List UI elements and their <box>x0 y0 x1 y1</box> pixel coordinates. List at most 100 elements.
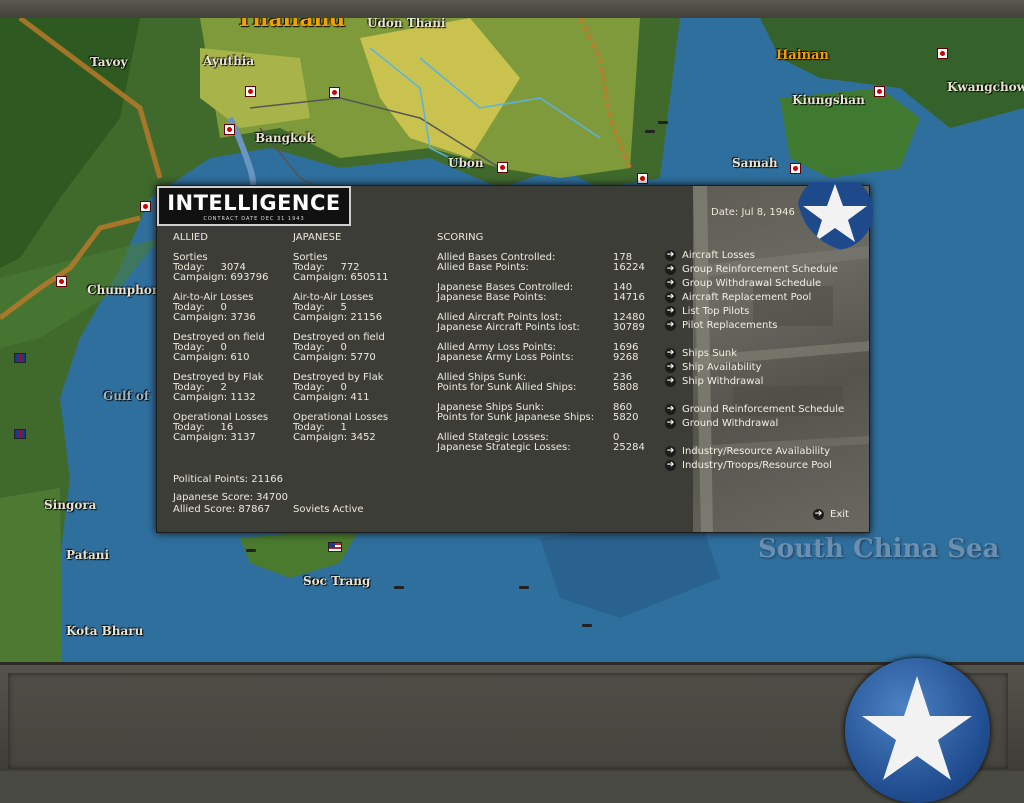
ship-icon[interactable] <box>582 624 592 627</box>
map-label-chumphon[interactable]: Chumphon <box>87 283 161 297</box>
industry-troops-resource-pool-link[interactable]: ➔ Industry/Troops/Resource Pool <box>665 460 832 473</box>
japanese-base-icon[interactable] <box>497 162 508 173</box>
list-top-pilots-link[interactable]: ➔ List Top Pilots <box>665 306 749 319</box>
map-label-singora[interactable]: Singora <box>44 498 96 512</box>
allied-header: ALLIED <box>173 232 208 243</box>
map-label-kwangchowan[interactable]: Kwangchowan <box>947 80 1024 94</box>
scoring-value: 16224 <box>613 262 645 273</box>
japanese-base-icon[interactable] <box>937 48 948 59</box>
ship-icon[interactable] <box>246 549 256 552</box>
scoring-value: 25284 <box>613 442 645 453</box>
japanese-dof-campaign: Campaign: 5770 <box>293 352 376 363</box>
exit-label: Exit <box>830 509 849 520</box>
arrow-right-icon: ➔ <box>665 418 676 429</box>
intelligence-dialog: INTELLIGENCE CONTRACT DATE DEC 31 1943 D… <box>156 182 873 533</box>
ships-sunk-link[interactable]: ➔ Ships Sunk <box>665 348 737 361</box>
japanese-score: Japanese Score: 34700 <box>173 492 288 503</box>
arrow-right-icon: ➔ <box>665 320 676 331</box>
aircraft-losses-link[interactable]: ➔ Aircraft Losses <box>665 250 755 263</box>
link-label: Ship Withdrawal <box>682 376 764 387</box>
arrow-right-icon: ➔ <box>813 509 824 520</box>
ship-icon[interactable] <box>394 586 404 589</box>
map-label-tavoy[interactable]: Tavoy <box>90 55 128 69</box>
japanese-base-icon[interactable] <box>329 87 340 98</box>
japanese-base-icon[interactable] <box>637 173 648 184</box>
japanese-base-icon[interactable] <box>140 201 151 212</box>
map-label-ayuthia[interactable]: Ayuthia <box>203 54 254 68</box>
map-label-thailand: Thailand <box>236 18 345 32</box>
arrow-right-icon: ➔ <box>665 460 676 471</box>
scoring-label: Points for Sunk Allied Ships: <box>437 382 577 393</box>
arrow-right-icon: ➔ <box>665 446 676 457</box>
pilot-replacements-link[interactable]: ➔ Pilot Replacements <box>665 320 778 333</box>
dialog-subtitle: CONTRACT DATE DEC 31 1943 <box>203 216 305 222</box>
us-base-icon[interactable] <box>328 542 342 552</box>
group-reinforcement-schedule-link[interactable]: ➔ Group Reinforcement Schedule <box>665 264 838 277</box>
group-withdrawal-schedule-link[interactable]: ➔ Group Withdrawal Schedule <box>665 278 821 291</box>
japanese-base-icon[interactable] <box>224 124 235 135</box>
allied-base-icon[interactable] <box>14 429 26 439</box>
current-date: Date: Jul 8, 1946 <box>711 207 795 218</box>
link-label: Industry/Resource Availability <box>682 446 831 457</box>
link-label: Ship Availability <box>682 362 762 373</box>
japanese-base-icon[interactable] <box>790 163 801 174</box>
map-label-kota-bharu[interactable]: Kota Bharu <box>66 624 143 638</box>
arrow-right-icon: ➔ <box>665 292 676 303</box>
map-label-udon-thani[interactable]: Udon Thani <box>367 18 445 30</box>
allied-dof-campaign: Campaign: 610 <box>173 352 250 363</box>
map-label-kiungshan[interactable]: Kiungshan <box>792 93 865 107</box>
allied-a2a-campaign: Campaign: 3736 <box>173 312 256 323</box>
link-label: Group Reinforcement Schedule <box>682 264 838 275</box>
japanese-base-icon[interactable] <box>245 86 256 97</box>
map-label-soc-trang[interactable]: Soc Trang <box>303 574 370 588</box>
japanese-base-icon[interactable] <box>874 86 885 97</box>
japanese-base-icon[interactable] <box>56 276 67 287</box>
allied-flak-campaign: Campaign: 1132 <box>173 392 256 403</box>
scoring-value: 5808 <box>613 382 639 393</box>
link-label: Aircraft Losses <box>682 250 755 261</box>
japanese-flak-campaign: Campaign: 411 <box>293 392 370 403</box>
ship-icon[interactable] <box>658 121 668 124</box>
arrow-right-icon: ➔ <box>665 306 676 317</box>
japanese-header: JAPANESE <box>293 232 342 243</box>
ship-withdrawal-link[interactable]: ➔ Ship Withdrawal <box>665 376 763 389</box>
scoring-label: Japanese Army Loss Points: <box>437 352 574 363</box>
scoring-header: SCORING <box>437 232 484 243</box>
ground-reinforcement-schedule-link[interactable]: ➔ Ground Reinforcement Schedule <box>665 404 844 417</box>
aircraft-replacement-pool-link[interactable]: ➔ Aircraft Replacement Pool <box>665 292 811 305</box>
map-label-ubon[interactable]: Ubon <box>448 156 484 170</box>
link-label: Aircraft Replacement Pool <box>682 292 812 303</box>
arrow-right-icon: ➔ <box>665 404 676 415</box>
arrow-right-icon: ➔ <box>665 348 676 359</box>
link-label: Industry/Troops/Resource Pool <box>682 460 832 471</box>
arrow-right-icon: ➔ <box>665 362 676 373</box>
link-label: Ships Sunk <box>682 348 738 359</box>
allied-base-icon[interactable] <box>14 353 26 363</box>
ship-icon[interactable] <box>519 586 529 589</box>
arrow-right-icon: ➔ <box>665 376 676 387</box>
link-label: Pilot Replacements <box>682 320 778 331</box>
map-label-samah[interactable]: Samah <box>732 156 778 170</box>
scoring-value: 5820 <box>613 412 639 423</box>
map-label-south-china-sea: South China Sea <box>758 534 1000 564</box>
ship-availability-link[interactable]: ➔ Ship Availability <box>665 362 762 375</box>
soviets-status: Soviets Active <box>293 504 364 515</box>
arrow-right-icon: ➔ <box>665 278 676 289</box>
industry-resource-availability-link[interactable]: ➔ Industry/Resource Availability <box>665 446 830 459</box>
allied-score: Allied Score: 87867 <box>173 504 271 515</box>
dialog-title: INTELLIGENCE <box>167 191 341 215</box>
scoring-value: 9268 <box>613 352 639 363</box>
scoring-label: Points for Sunk Japanese Ships: <box>437 412 595 423</box>
ground-withdrawal-link[interactable]: ➔ Ground Withdrawal <box>665 418 778 431</box>
map-label-gulf: Gulf of <box>103 389 150 403</box>
arrow-right-icon: ➔ <box>665 250 676 261</box>
map-label-patani[interactable]: Patani <box>66 548 109 562</box>
japanese-a2a-campaign: Campaign: 21156 <box>293 312 383 323</box>
scoring-label: Allied Base Points: <box>437 262 529 273</box>
arrow-right-icon: ➔ <box>665 264 676 275</box>
ship-icon[interactable] <box>645 130 655 133</box>
map-label-bangkok[interactable]: Bangkok <box>255 131 315 145</box>
political-points: Political Points: 21166 <box>173 474 284 485</box>
map-label-hainan: Hainan <box>776 48 829 63</box>
exit-button[interactable]: ➔ Exit <box>813 509 849 522</box>
